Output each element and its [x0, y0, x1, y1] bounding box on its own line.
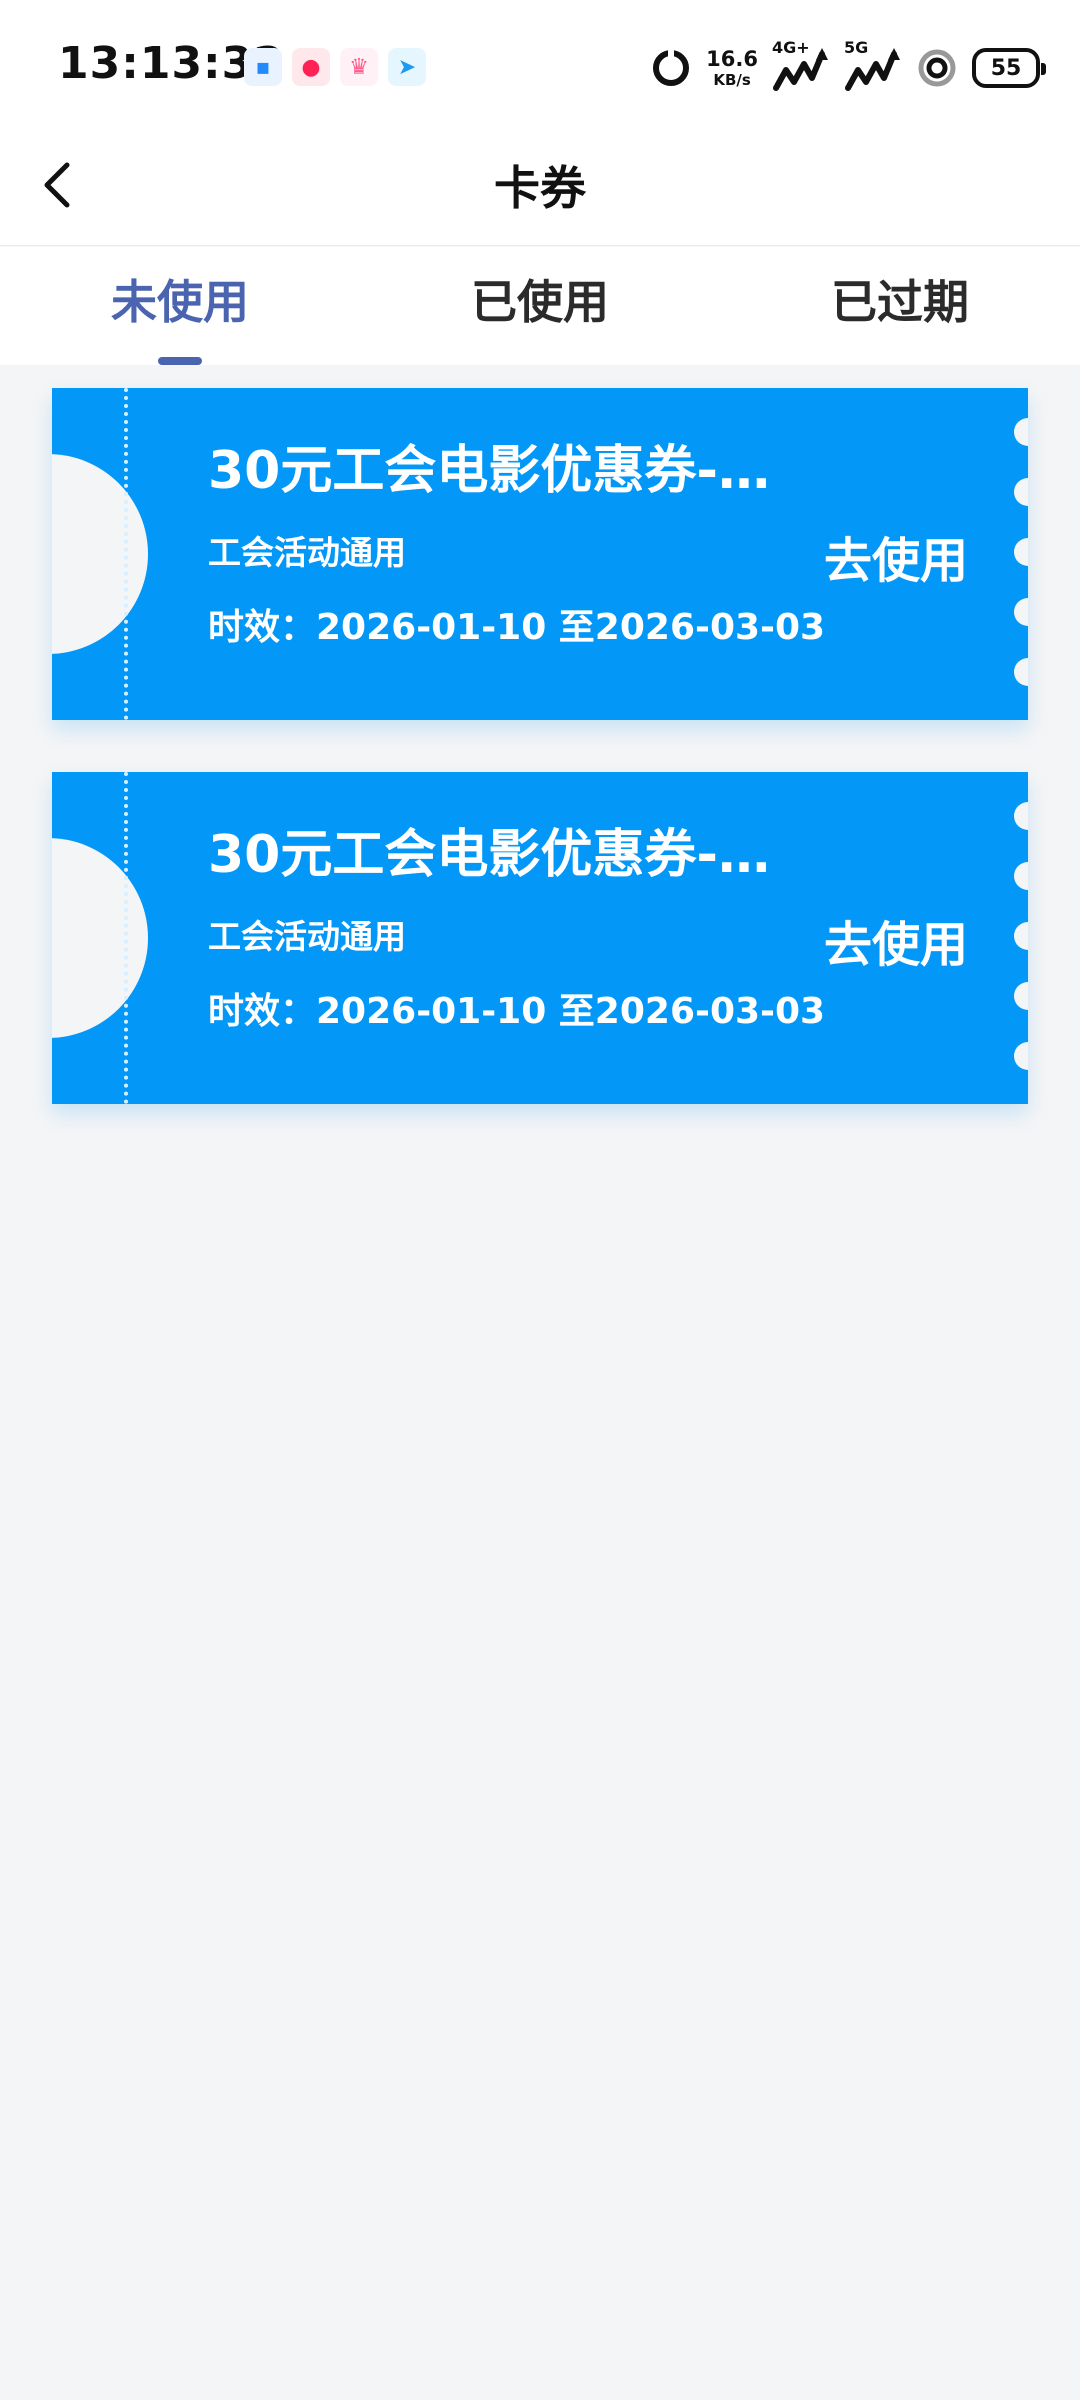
network-speed: 16.6 KB/s — [706, 46, 758, 89]
coupon-notch — [52, 454, 148, 654]
coupon-card: 30元工会电影优惠券-… 工会活动通用 时效：2026-01-10 至2026-… — [52, 388, 1028, 720]
coupon-scallop — [1014, 1042, 1028, 1070]
coupon-scallop — [1014, 658, 1028, 686]
video-app-notification-icon: ● — [292, 48, 330, 86]
sim2-signal-icon: 5G — [844, 38, 902, 96]
page-title: 卡券 — [494, 161, 586, 215]
coupon-scope: 工会活动通用 — [208, 533, 406, 572]
coupon-card: 30元工会电影优惠券-… 工会活动通用 时效：2026-01-10 至2026-… — [52, 772, 1028, 1104]
coupon-scope: 工会活动通用 — [208, 917, 406, 956]
tab-bar: 未使用 已使用 已过期 — [0, 247, 1080, 365]
coupon-scallop — [1014, 922, 1028, 950]
coupon-divider — [124, 388, 128, 720]
data-saver-icon — [653, 49, 690, 86]
hotspot-icon — [918, 49, 956, 87]
coupon-scallop — [1014, 478, 1028, 506]
notification-icons: ▪ ● ♛ ➤ — [244, 48, 426, 86]
coupon-title: 30元工会电影优惠券-… — [208, 441, 770, 501]
tab-expired[interactable]: 已过期 — [720, 247, 1080, 365]
system-icons: 16.6 KB/s 4G+ 5G 55 — [650, 38, 1046, 96]
tab-used[interactable]: 已使用 — [360, 247, 720, 365]
status-bar: 13:13:32 ▪ ● ♛ ➤ 16.6 KB/s 4G+ 5G 55 — [0, 0, 1080, 130]
sim1-signal-icon: 4G+ — [772, 38, 830, 96]
coupon-divider — [124, 772, 128, 1104]
coupon-validity: 时效：2026-01-10 至2026-03-03 — [208, 991, 826, 1032]
crown-app-notification-icon: ♛ — [340, 48, 378, 86]
coupon-scallop — [1014, 418, 1028, 446]
app-notification-icon: ▪ — [244, 48, 282, 86]
paper-plane-notification-icon: ➤ — [388, 48, 426, 86]
coupon-scallop — [1014, 598, 1028, 626]
coupon-scallop — [1014, 982, 1028, 1010]
coupon-scallop — [1014, 802, 1028, 830]
coupon-scallop — [1014, 538, 1028, 566]
use-coupon-button[interactable]: 去使用 — [806, 908, 986, 973]
coupon-validity: 时效：2026-01-10 至2026-03-03 — [208, 607, 826, 648]
coupon-title: 30元工会电影优惠券-… — [208, 825, 770, 885]
use-coupon-button[interactable]: 去使用 — [806, 524, 986, 589]
coupon-list: 30元工会电影优惠券-… 工会活动通用 时效：2026-01-10 至2026-… — [52, 388, 1028, 1156]
coupon-scallop — [1014, 862, 1028, 890]
battery-icon: 55 — [972, 48, 1046, 88]
nav-bar: 卡券 — [0, 130, 1080, 246]
tab-unused[interactable]: 未使用 — [0, 247, 360, 365]
coupon-notch — [52, 838, 148, 1038]
